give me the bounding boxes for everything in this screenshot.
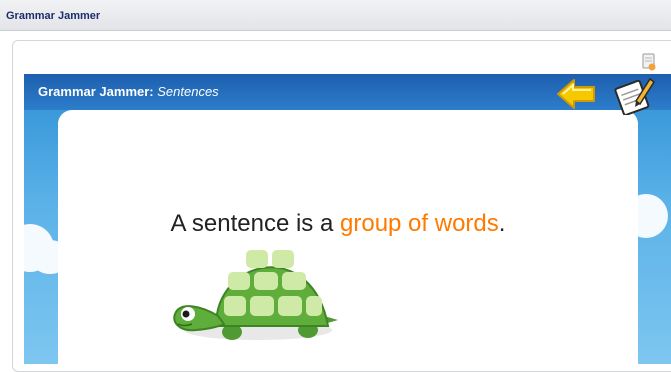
app-title: Grammar Jammer (6, 10, 101, 22)
lesson-card: A sentence is a group of words. (58, 110, 638, 364)
activity-title: Grammar Jammer: Sentences (38, 84, 219, 99)
lesson-sentence: A sentence is a group of words. (58, 210, 618, 238)
document-icon[interactable] (638, 52, 660, 72)
browser-toolbar: Grammar Jammer (0, 0, 671, 31)
activity-title-topic: Sentences (157, 84, 219, 99)
turtle-icon (173, 250, 338, 340)
activity-frame: Grammar Jammer: Sentences A sentence is … (24, 74, 671, 364)
back-arrow-icon[interactable] (554, 76, 598, 112)
sentence-text: A sentence is a (170, 210, 340, 237)
sentence-highlight: group of words (340, 210, 499, 237)
activity-title-main: Grammar Jammer: (38, 84, 154, 99)
sentence-period: . (498, 210, 506, 237)
notepad-pencil-icon[interactable] (612, 73, 656, 115)
